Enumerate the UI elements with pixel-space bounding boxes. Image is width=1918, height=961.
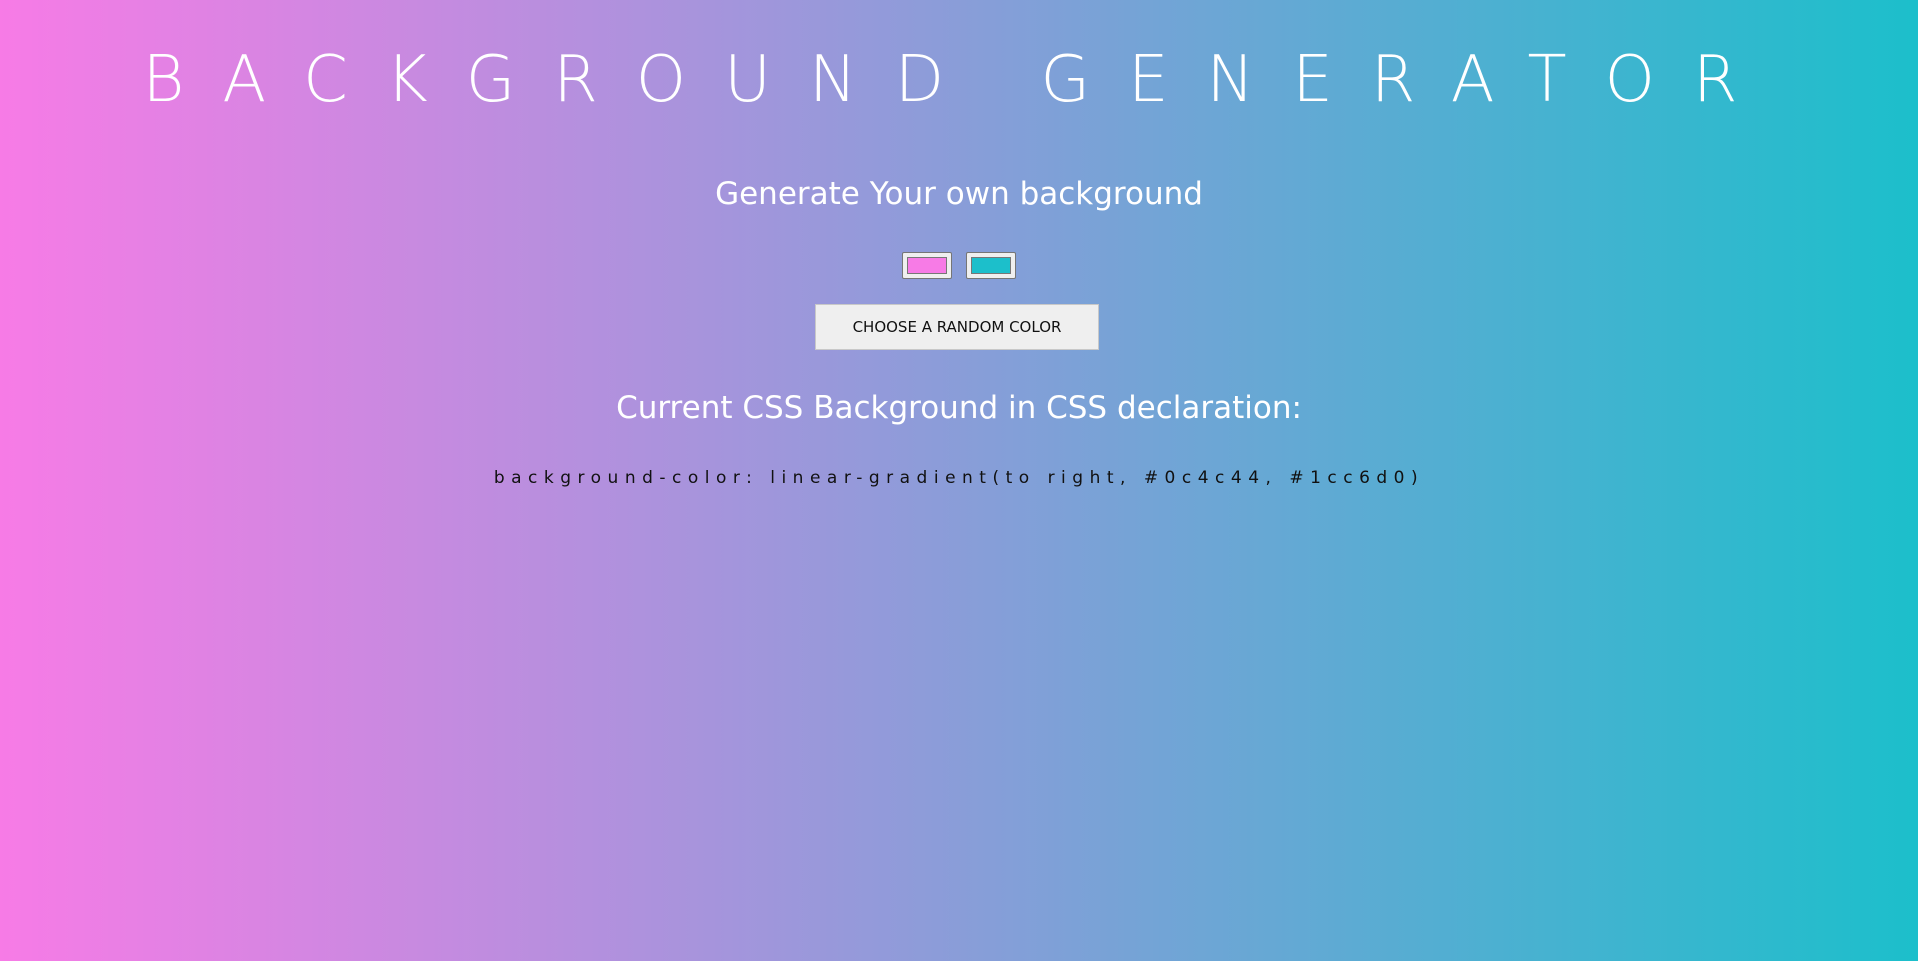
color-swatch-1 xyxy=(907,257,947,274)
color-input-2[interactable] xyxy=(966,252,1016,279)
color-pickers xyxy=(0,252,1918,279)
random-color-button[interactable]: Choose a random color xyxy=(815,304,1099,350)
color-swatch-2 xyxy=(971,257,1011,274)
css-heading: Current CSS Background in CSS declaratio… xyxy=(616,390,1302,426)
css-declaration-text: background-color: linear-gradient(to rig… xyxy=(493,468,1425,488)
page-subtitle: Generate Your own background xyxy=(715,176,1203,212)
color-input-1[interactable] xyxy=(902,252,952,279)
page-title: BACKGROUND GENERATOR xyxy=(142,43,1776,117)
